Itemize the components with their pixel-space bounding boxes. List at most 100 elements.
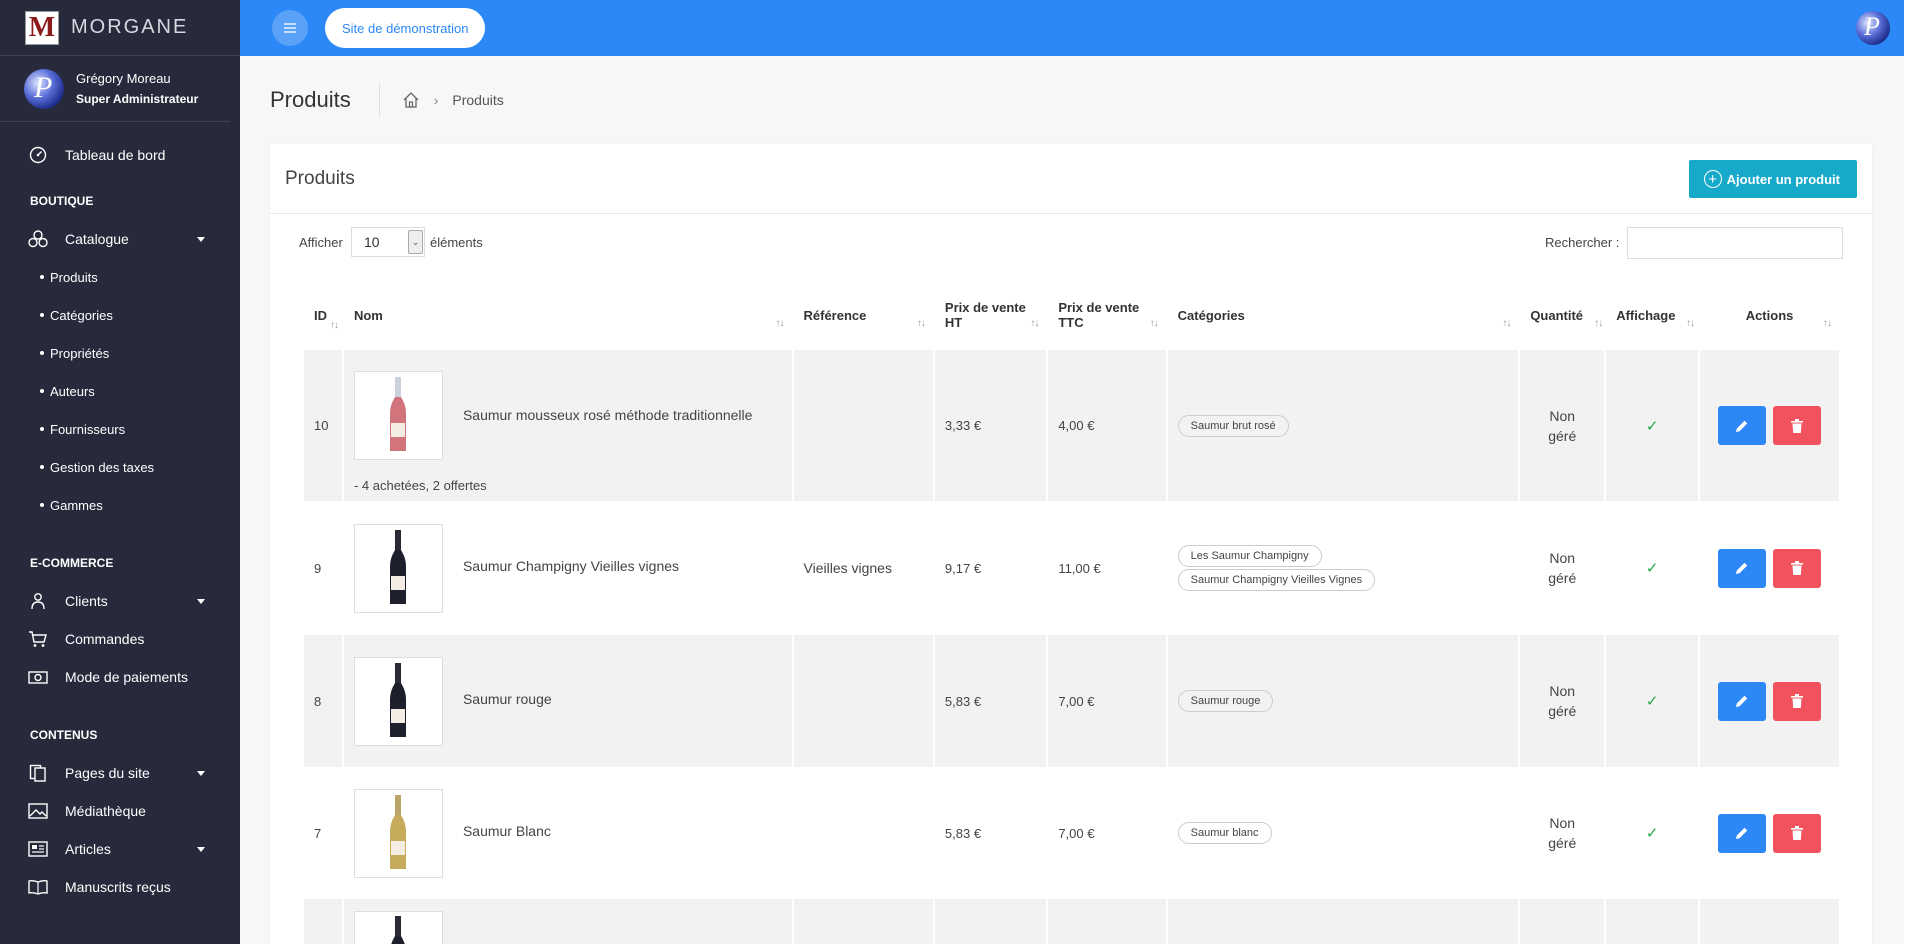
col-header-quantite[interactable]: Quantité ↑↓ [1520,280,1604,350]
qty-line1: Non [1549,550,1576,566]
sidebar-item-label: Clients [65,593,108,609]
sort-icon: ↑↓ [1594,318,1603,329]
check-icon[interactable]: ✓ [1606,501,1699,635]
sidebar-item-pages[interactable]: Pages du site [0,754,240,792]
table-row: 9 Saumur Champigny Vieilles vignes Vieil… [304,501,1839,635]
cell-categories: Saumur blanc [1167,767,1519,899]
product-name: Saumur Blanc [462,822,551,839]
edit-button[interactable] [1717,548,1766,588]
category-badge[interactable]: Saumur blanc [1177,822,1272,844]
cell-categories: Les Saumur Champigny Saumur Champigny Vi… [1167,501,1519,635]
sidebar-nav: Tableau de bord BOUTIQUE Catalogue Produ… [0,122,240,906]
newspaper-icon [28,839,48,859]
category-badge[interactable]: Saumur brut rosé [1177,414,1289,437]
sort-icon: ↑↓ [775,318,785,329]
delete-button[interactable] [1773,406,1822,445]
home-icon[interactable] [402,91,420,109]
edit-button[interactable] [1717,681,1766,721]
chevron-down-icon: ⌄ [408,230,423,254]
col-label-line2: TTC [1058,315,1084,330]
search-label: Rechercher : [1545,235,1620,250]
check-icon[interactable]: ✓ [1606,635,1699,767]
trash-icon [1791,826,1804,840]
delete-button[interactable] [1773,681,1822,721]
page-length-value: 10 [364,234,380,250]
menu-toggle-button[interactable] [272,10,308,46]
col-header-prix-ttc[interactable]: Prix de vente TTC ↑↓ [1048,280,1165,350]
col-header-affichage[interactable]: Affichage ↑↓ [1606,280,1698,350]
book-icon [28,877,48,897]
cell-price-ttc: 4,00 € [1048,350,1166,501]
search-input[interactable] [1627,227,1843,259]
product-thumbnail[interactable] [353,523,443,613]
main-content: Produits › Produits Produits + Ajouter u… [240,56,1904,944]
hamburger-icon [284,23,296,33]
top-user-avatar[interactable] [1856,11,1890,45]
col-header-actions[interactable]: Actions ↑↓ [1700,280,1839,350]
product-thumbnail[interactable] [353,911,443,944]
cell-quantity: Non géré [1520,350,1605,501]
trash-icon [1791,418,1804,433]
user-panel[interactable]: Grégory Moreau Super Administrateur [0,56,230,122]
edit-button[interactable] [1717,813,1766,853]
cell-quantity: Non géré [1520,635,1605,767]
cell-id: 8 [304,635,342,767]
brand[interactable]: M MORGANE [0,0,240,56]
sidebar-item-paiements[interactable]: Mode de paiements [0,658,240,696]
product-thumbnail[interactable] [353,656,443,746]
category-badge[interactable]: Saumur Champigny Vieilles Vignes [1177,569,1376,591]
cell-reference: Vieilles vignes [793,501,933,635]
col-header-nom[interactable]: Nom ↑↓ [344,280,792,350]
caret-down-icon [197,847,205,852]
page-length-select[interactable]: 10 ⌄ [351,227,425,257]
delete-button[interactable] [1773,548,1822,588]
sidebar-item-mediatheque[interactable]: Médiathèque [0,792,240,830]
add-product-button[interactable]: + Ajouter un produit [1688,160,1857,198]
sidebar-item-fournisseurs[interactable]: Fournisseurs [0,410,240,448]
sidebar-item-proprietes[interactable]: Propriétés [0,334,240,372]
product-name: Saumur rouge [462,690,552,707]
sidebar-item-categories[interactable]: Catégories [0,296,240,334]
sidebar-section-contenus: CONTENUS [30,728,98,742]
breadcrumb-divider [378,84,380,116]
product-thumbnail[interactable] [353,370,443,460]
sidebar-item-articles[interactable]: Articles [0,830,240,868]
cell-actions [1700,767,1839,899]
product-thumbnail[interactable] [353,788,443,878]
cell-name: Saumur mousseux rosé méthode traditionne… [343,350,792,501]
sidebar: M MORGANE Grégory Moreau Super Administr… [0,0,240,944]
sidebar-item-auteurs[interactable]: Auteurs [0,372,240,410]
sidebar-item-manuscrits[interactable]: Manuscrits reçus [0,868,240,906]
cell-reference [793,899,933,944]
check-icon[interactable]: ✓ [1606,350,1699,501]
col-header-prix-ht[interactable]: Prix de vente HT ↑↓ [935,280,1046,350]
delete-button[interactable] [1773,813,1822,853]
wine-bottle-image [390,530,407,604]
sort-icon: ↑↓ [1149,318,1159,329]
sidebar-item-dashboard[interactable]: Tableau de bord [0,136,240,174]
sidebar-item-catalogue[interactable]: Catalogue [0,220,240,258]
check-icon[interactable]: ✓ [1606,767,1699,899]
wine-bottle-image [391,916,406,944]
sidebar-item-label: Mode de paiements [65,669,188,685]
demo-site-button[interactable]: Site de démonstration [325,8,486,48]
cell-categories [1167,899,1519,944]
sidebar-item-taxes[interactable]: Gestion des taxes [0,448,240,486]
col-header-reference[interactable]: Référence ↑↓ [794,280,933,350]
sidebar-item-clients[interactable]: Clients [0,582,240,620]
sidebar-item-gammes[interactable]: Gammes [0,486,240,524]
gauge-icon [28,145,48,165]
category-badge[interactable]: Saumur rouge [1177,690,1274,712]
col-header-id[interactable]: ID ↑↓ [304,280,342,350]
edit-button[interactable] [1717,406,1766,445]
col-header-categories[interactable]: Catégories ↑↓ [1168,280,1519,350]
sidebar-item-commandes[interactable]: Commandes [0,620,240,658]
category-badge[interactable]: Les Saumur Champigny [1177,545,1322,567]
caret-down-icon [197,771,205,776]
page-header: Produits › Produits [240,56,1904,144]
table-row [304,899,1839,944]
col-label: Nom [353,307,383,323]
user-role: Super Administrateur [76,92,199,106]
sidebar-item-produits[interactable]: Produits [0,258,240,296]
cell-price-ht: 5,83 € [934,767,1047,899]
